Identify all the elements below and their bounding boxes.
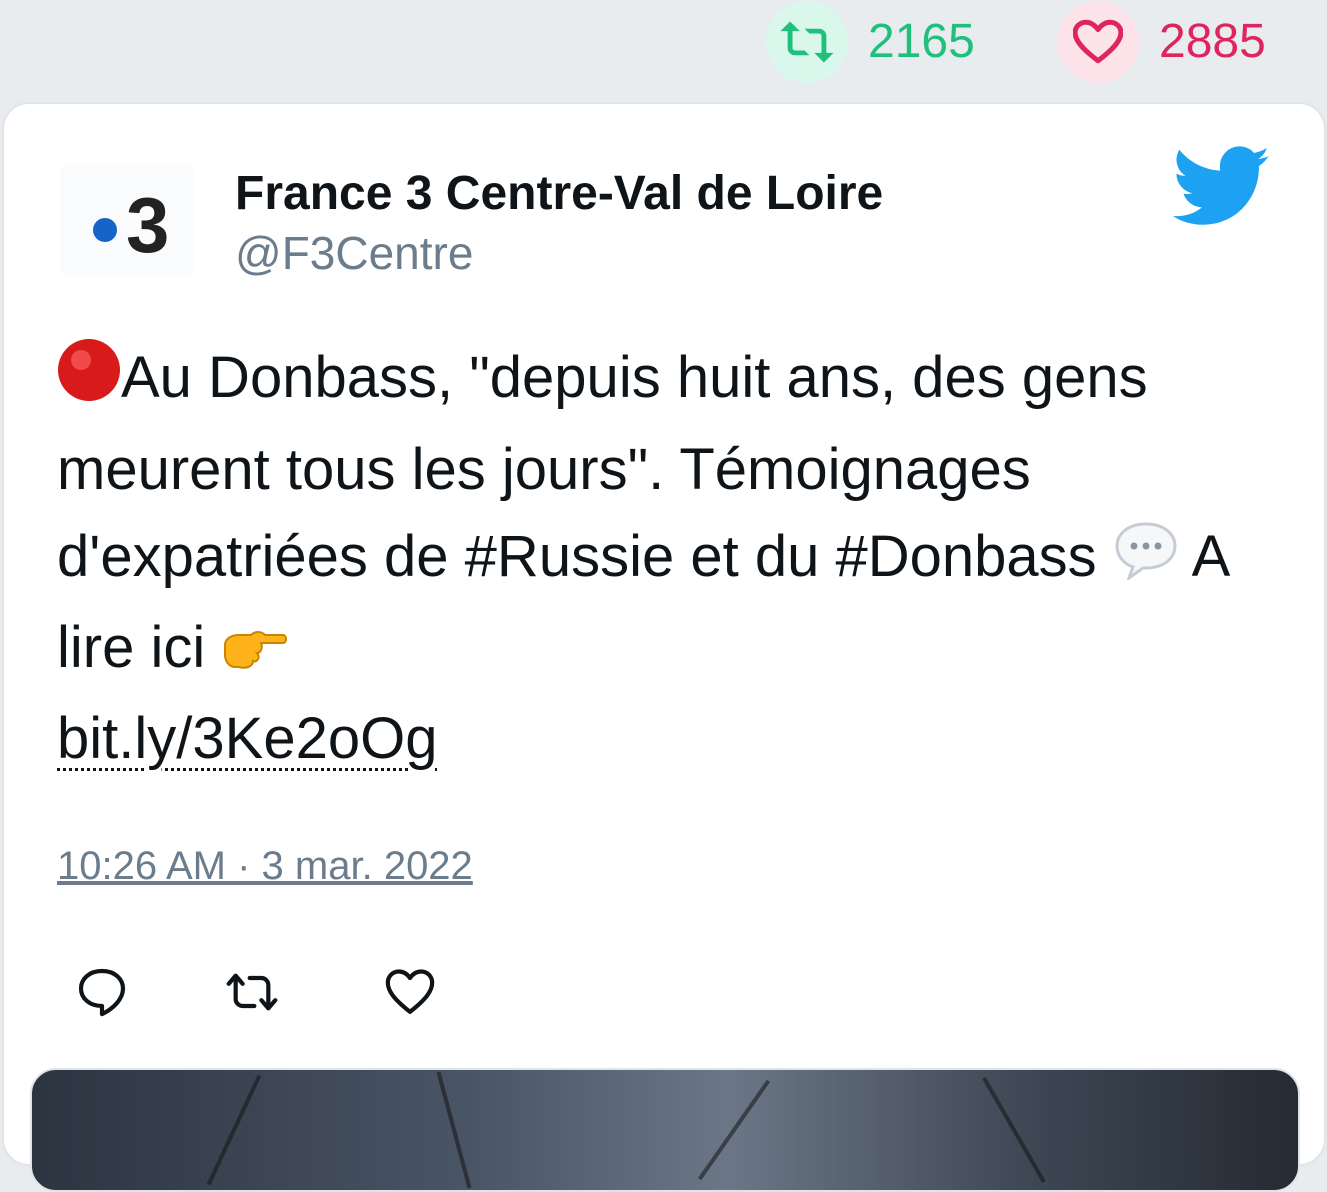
red-circle-emoji (57, 338, 121, 426)
heart-icon (1073, 19, 1123, 64)
media-branch (982, 1077, 1046, 1183)
france3-logo: 3 (93, 181, 169, 269)
twitter-bird-icon[interactable] (1172, 146, 1272, 228)
like-action-icon[interactable] (382, 964, 438, 1020)
retweet-stat-circle[interactable] (766, 1, 848, 83)
retweet-stat[interactable]: 2165 (766, 0, 975, 84)
speech-bubble-emoji (1113, 517, 1179, 604)
like-count: 2885 (1159, 15, 1266, 68)
tweet-card[interactable]: 3 France 3 Centre-Val de Loire @F3Centre… (3, 103, 1325, 1192)
media-branch (436, 1071, 472, 1189)
tweet-text-body: Au Donbass, "depuis huit ans, des gens m… (57, 345, 1148, 589)
author-name[interactable]: France 3 Centre-Val de Loire (235, 166, 883, 221)
logo-digit: 3 (126, 181, 169, 269)
tweet-timestamp[interactable]: 10:26 AM · 3 mar. 2022 (57, 844, 473, 889)
media-branch (206, 1074, 262, 1186)
retweet-icon (780, 21, 834, 63)
retweet-action-icon[interactable] (224, 964, 280, 1020)
author-handle[interactable]: @F3Centre (235, 226, 473, 280)
top-stats-bar: 2165 2885 (0, 0, 1327, 100)
like-stat-circle[interactable] (1057, 1, 1139, 83)
pointing-hand-emoji (221, 608, 289, 695)
media-branch (697, 1079, 771, 1181)
retweet-count: 2165 (868, 15, 975, 68)
tweet-link[interactable]: bit.ly/3Ke2oOg (57, 706, 437, 771)
tweet-text: Au Donbass, "depuis huit ans, des gens m… (57, 334, 1287, 782)
tweet-media-image[interactable] (30, 1068, 1300, 1192)
like-stat[interactable]: 2885 (1057, 0, 1266, 84)
avatar[interactable]: 3 (60, 164, 194, 276)
reply-icon[interactable] (74, 964, 130, 1020)
